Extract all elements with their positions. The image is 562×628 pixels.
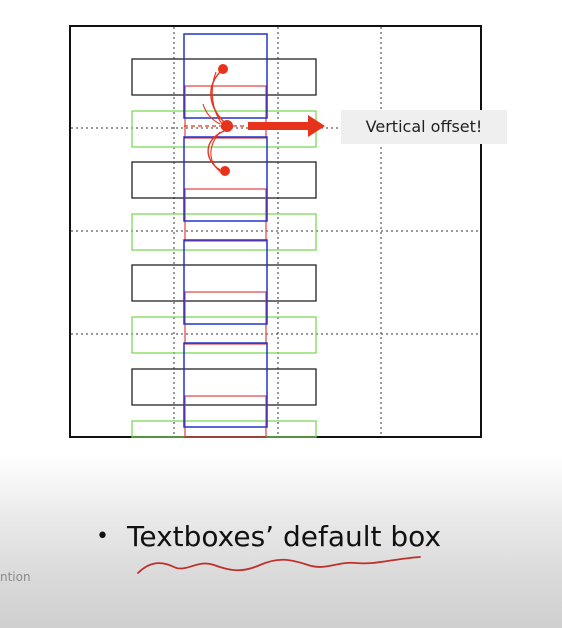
underline-squiggle	[137, 556, 421, 574]
underline-squiggle-path	[137, 556, 421, 574]
annotation-dot-middle	[221, 120, 233, 132]
bullet-item: • Textboxes’ default box	[96, 516, 441, 556]
vertical-offset-callout: Vertical offset!	[341, 110, 507, 144]
textbox-diagram	[69, 25, 482, 438]
bullet-dot: •	[96, 523, 109, 549]
annotation-dot-bottom	[220, 166, 230, 176]
slide: Vertical offset! • Textboxes’ default bo…	[0, 0, 562, 628]
footer-text: ntion	[0, 570, 31, 584]
bullet-text: Textboxes’ default box	[126, 519, 442, 553]
offset-arrow-shaft	[248, 122, 310, 130]
